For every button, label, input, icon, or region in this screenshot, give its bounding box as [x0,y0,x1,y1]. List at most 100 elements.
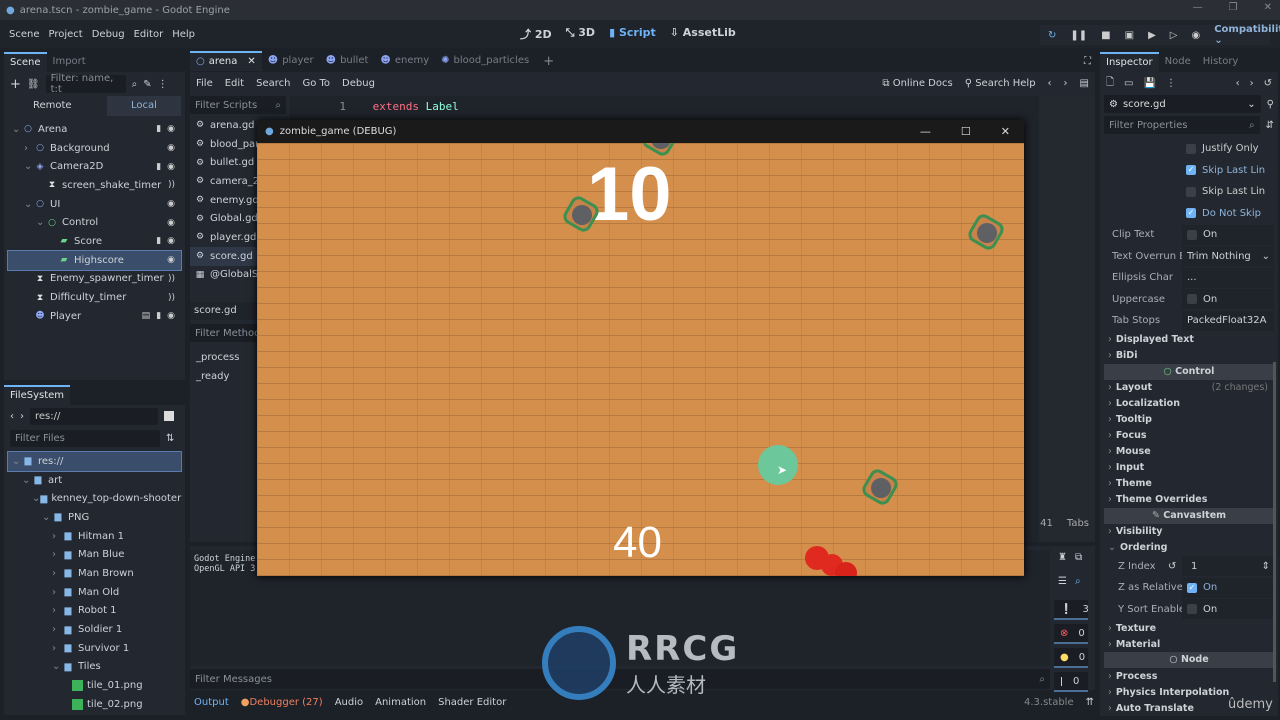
expand-arrow-icon[interactable]: › [52,568,62,579]
menu-project[interactable]: Project [49,29,83,40]
indent-mode[interactable]: Tabs [1067,518,1089,529]
checkbox[interactable] [1187,294,1197,305]
menu-debug[interactable]: Debug [92,29,125,40]
folder-item[interactable]: › ▆ Man Old [8,583,181,602]
spinner-icon[interactable]: ⇕ [1262,561,1270,572]
run-current-icon[interactable]: ▶ [1148,30,1156,41]
folder-item[interactable]: › ▆ Survivor 1 [8,639,181,658]
folder-item[interactable]: › ▆ Man Blue [8,545,181,564]
add-tab-icon[interactable]: + [543,54,554,69]
property-options-icon[interactable]: ⇵ [1266,120,1274,131]
reload-icon[interactable]: ↻ [1048,30,1056,41]
revert-icon[interactable]: ↺ [1168,561,1182,572]
tab-animation[interactable]: Animation [375,697,426,708]
section-s2[interactable]: › Theme [1104,476,1274,492]
property-value[interactable]: ✓ On [1182,577,1274,598]
toggle-messages[interactable]: ❕ 3 [1054,600,1089,620]
script-icon[interactable]: ▮ [156,236,161,246]
scene-tree-item[interactable]: ⌄ ◈ Camera2D ▮ ◉ [8,157,181,176]
tab-bullet[interactable]: ☻ bullet [320,51,375,71]
visibility-eye-icon[interactable]: ◉ [167,236,175,246]
expand-arrow-icon[interactable]: › [52,531,62,542]
tab-inspector[interactable]: Inspector [1100,52,1159,72]
property-value[interactable]: On [1182,599,1274,620]
visibility-eye-icon[interactable]: ◉ [167,143,175,153]
tab-enemy[interactable]: ☻ enemy [374,51,435,71]
scene-tree-item[interactable]: ⧗ screen_shake_timer)) [8,176,181,195]
property-value[interactable]: Trim Nothing ⌄ [1182,246,1274,267]
stop-icon[interactable]: ■ [1101,30,1110,41]
mode-script[interactable]: ▮ Script [609,26,656,42]
folder-item[interactable]: ⌄ ▆ art [8,471,181,490]
expand-arrow-icon[interactable]: ⌄ [12,456,22,467]
tab-filesystem[interactable]: FileSystem [4,385,71,405]
section-s3[interactable]: › Texture [1104,620,1274,636]
signal-icon[interactable]: )) [168,180,175,190]
section-s1[interactable]: › Displayed Text [1104,332,1274,348]
checkbox[interactable]: ✓ [1187,582,1197,593]
tab-scene[interactable]: Scene [4,52,47,72]
pause-icon[interactable]: ❚❚ [1070,30,1087,41]
section-s2[interactable]: › Tooltip [1104,412,1274,428]
file-item[interactable]: tile_01.png [8,676,181,695]
tab-import[interactable]: Import [47,52,92,72]
property-value[interactable]: On [1182,224,1274,245]
scene-tree-item[interactable]: ⌄ ○ UI ◉ [8,195,181,214]
expand-bottom-panel-icon[interactable]: ⇈ [1086,697,1094,708]
tab-player[interactable]: ☻ player [262,51,320,71]
signal-icon[interactable]: )) [168,274,175,284]
more-icon[interactable]: ⋮ [1166,78,1176,89]
forward-icon[interactable]: › [20,411,24,422]
movie-icon[interactable]: ◉ [1191,30,1200,41]
checkbox[interactable] [1187,604,1197,615]
expand-arrow-icon[interactable]: ⌄ [12,124,22,135]
scene-tree-item[interactable]: ☻ Player ▤ ▮ ◉ [8,307,181,326]
expand-arrow-icon[interactable]: › [52,549,62,560]
collapse-icon[interactable]: ☰ [1058,576,1067,600]
checkbox[interactable]: ✓ [1186,165,1196,176]
autowrap-flag[interactable]: ✓ Skip Last Lin [1104,160,1274,182]
search-toggle-icon[interactable]: ⌕ [1075,576,1081,600]
tab-history[interactable]: History [1197,52,1245,72]
game-close-button[interactable]: ✕ [1001,125,1010,138]
link-icon[interactable]: ⛓ [27,79,40,90]
section-s2[interactable]: › Theme Overrides [1104,492,1274,508]
tab-arena[interactable]: ○ arena ✕ [190,51,262,71]
add-node-icon[interactable]: + [10,77,21,92]
section-s2[interactable]: › Mouse [1104,444,1274,460]
script-menu-goto[interactable]: Go To [302,78,330,89]
property-value[interactable]: ... [1182,267,1274,288]
section-s3[interactable]: › Material [1104,636,1274,652]
resource-select[interactable]: ⚙ score.gd ⌄ [1104,95,1261,113]
new-resource-icon[interactable]: 🗋 [1106,75,1114,92]
mode-3d[interactable]: ⤡ 3D [566,26,595,42]
autowrap-flag[interactable]: Justify Only [1104,138,1274,160]
online-docs-button[interactable]: ⧉ Online Docs [882,78,952,89]
section-s2[interactable]: › Focus [1104,428,1274,444]
game-viewport[interactable]: 10 40 ➤ [257,143,1024,576]
visibility-eye-icon[interactable]: ◉ [167,199,175,209]
close-window-button[interactable]: ✕ [1264,2,1272,13]
inspector-scrollbar[interactable] [1273,362,1276,682]
filter-files-input[interactable]: Filter Files [10,429,160,447]
autowrap-flag[interactable]: Skip Last Lin [1104,181,1274,203]
expand-arrow-icon[interactable]: › [52,605,62,616]
expand-arrow-icon[interactable]: › [52,587,62,598]
minimize-button[interactable]: — [1193,2,1203,13]
expand-arrow-icon[interactable]: ⌄ [36,217,46,228]
folder-item[interactable]: ⌄ ▆ Tiles [8,658,181,677]
history-back-icon[interactable]: ‹ [1048,78,1052,89]
toggle-editor-messages[interactable]: ǀ0 [1054,672,1088,692]
menu-scene[interactable]: Scene [9,29,40,40]
more-icon[interactable]: ⋮ [158,79,168,90]
script-icon[interactable]: ▮ [156,124,161,134]
run-custom-icon[interactable]: ▷ [1170,30,1178,41]
expand-arrow-icon[interactable]: ⌄ [24,199,34,210]
toggle-panel-icon[interactable]: ▤ [1080,78,1089,89]
tab-output[interactable]: Output [194,697,229,708]
expand-arrow-icon[interactable]: ⌄ [52,661,62,672]
save-icon[interactable]: 💾 [1144,78,1156,89]
section-visibility[interactable]: › Visibility [1104,524,1274,540]
renderer-select[interactable]: Compatibility ⌄ [1214,24,1280,46]
folder-item[interactable]: › ▆ Soldier 1 [8,620,181,639]
